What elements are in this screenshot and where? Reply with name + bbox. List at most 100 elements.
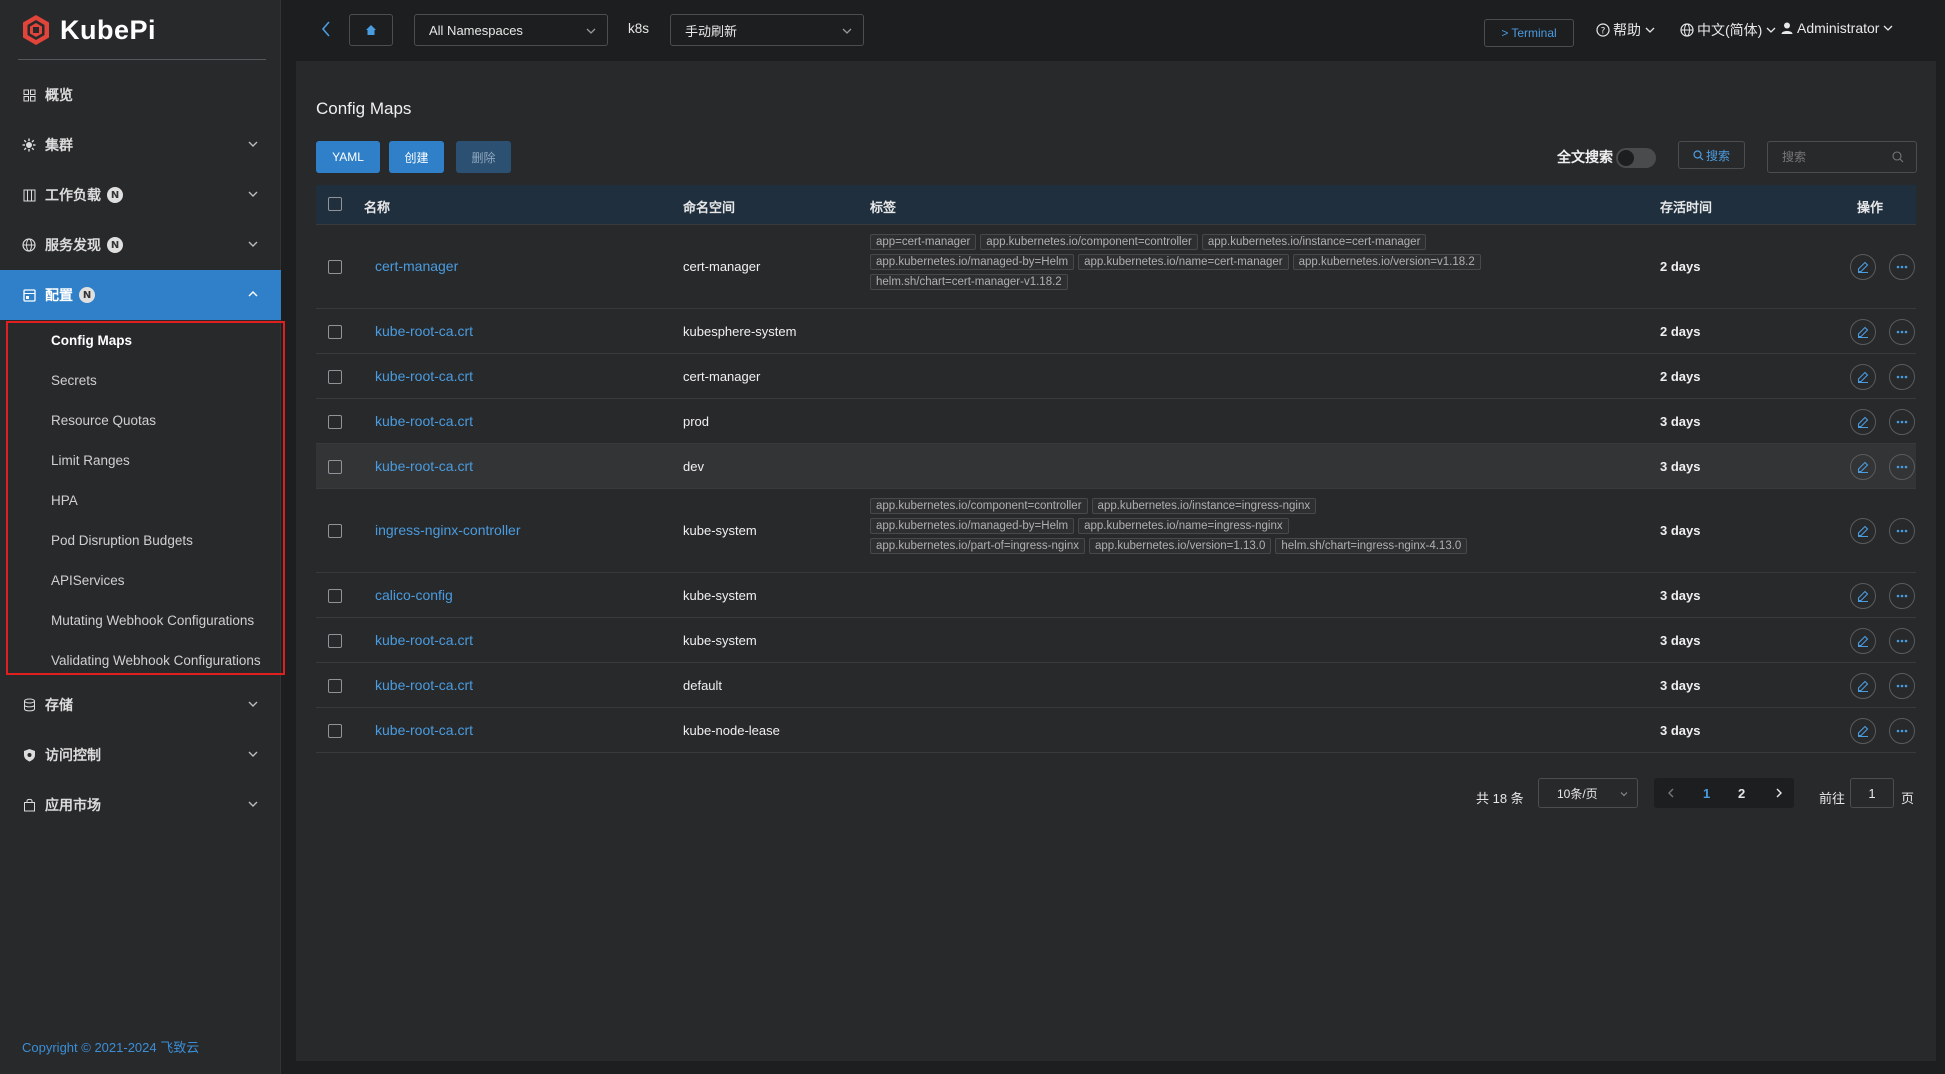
configmap-name-link[interactable]: kube-root-ca.crt [375, 677, 473, 693]
configmap-name-link[interactable]: kube-root-ca.crt [375, 323, 473, 339]
row-checkbox[interactable] [328, 459, 342, 474]
configmap-name-link[interactable]: kube-root-ca.crt [375, 368, 473, 384]
more-icon [1896, 330, 1908, 333]
row-checkbox[interactable] [328, 723, 342, 738]
sidebar-item-6[interactable]: 访问控制 [0, 730, 281, 780]
more-actions-button[interactable] [1889, 363, 1915, 390]
edit-icon [1857, 725, 1869, 737]
refresh-select[interactable]: 手动刷新 [670, 14, 864, 46]
more-actions-button[interactable] [1889, 672, 1915, 699]
workload-icon [22, 188, 36, 202]
edit-button[interactable] [1850, 318, 1876, 345]
page-title: Config Maps [316, 99, 412, 118]
sidebar-item-2[interactable]: 工作负载 N [0, 170, 281, 220]
edit-button[interactable] [1850, 408, 1876, 435]
label-tag: app.kubernetes.io/component=controller [980, 234, 1198, 250]
page-2[interactable]: 2 [1738, 786, 1745, 801]
configmap-name-link[interactable]: kube-root-ca.crt [375, 632, 473, 648]
help-menu[interactable]: ? 帮助 [1593, 20, 1659, 40]
goto-page-input[interactable] [1850, 778, 1894, 808]
delete-button[interactable]: 删除 [456, 141, 511, 173]
row-checkbox[interactable] [328, 324, 342, 339]
submenu-item[interactable]: Config Maps [51, 320, 132, 360]
full-text-search-toggle[interactable] [1616, 148, 1656, 168]
submenu-item[interactable]: Secrets [51, 360, 97, 400]
prev-page-icon[interactable] [1666, 787, 1676, 799]
page-size-select[interactable]: 10条/页 [1538, 778, 1638, 808]
submenu-item[interactable]: Resource Quotas [51, 400, 156, 440]
namespace-cell: dev [683, 458, 704, 474]
language-menu[interactable]: 中文(简体) [1677, 20, 1780, 40]
sidebar-item-1[interactable]: 集群 [0, 120, 281, 170]
submenu-item[interactable]: Validating Webhook Configurations [51, 640, 261, 680]
table-row: calico-config kube-system 3 days [316, 573, 1916, 618]
namespace-select[interactable]: All Namespaces [414, 14, 608, 46]
terminal-button[interactable]: > Terminal [1484, 19, 1574, 47]
row-checkbox[interactable] [328, 260, 342, 274]
edit-button[interactable] [1850, 254, 1876, 280]
cluster-name: k8s [628, 21, 650, 36]
submenu-item[interactable]: HPA [51, 480, 78, 520]
logo[interactable]: KubePi [20, 12, 156, 48]
sidebar-item-0[interactable]: 概览 [0, 70, 281, 120]
next-page-icon[interactable] [1774, 787, 1784, 799]
submenu-item[interactable]: Limit Ranges [51, 440, 130, 480]
edit-button[interactable] [1850, 582, 1876, 609]
more-actions-button[interactable] [1889, 254, 1915, 280]
more-actions-button[interactable] [1889, 582, 1915, 609]
select-all-checkbox[interactable] [328, 197, 342, 211]
more-actions-button[interactable] [1889, 408, 1915, 435]
sidebar-item-7[interactable]: 应用市场 [0, 780, 281, 830]
sidebar-item-3[interactable]: 服务发现 N [0, 220, 281, 270]
row-checkbox[interactable] [328, 633, 342, 648]
more-actions-button[interactable] [1889, 518, 1915, 544]
submenu-item[interactable]: APIServices [51, 560, 125, 600]
chevron-down-icon [247, 238, 259, 254]
user-icon [1781, 22, 1793, 34]
user-menu[interactable]: Administrator [1777, 20, 1897, 36]
edit-button[interactable] [1850, 453, 1876, 480]
edit-icon [1857, 635, 1869, 647]
submenu-item[interactable]: Pod Disruption Budgets [51, 520, 193, 560]
row-checkbox[interactable] [328, 369, 342, 384]
label-tag: app.kubernetes.io/managed-by=Helm [870, 518, 1075, 534]
more-actions-button[interactable] [1889, 453, 1915, 480]
create-button[interactable]: 创建 [389, 141, 444, 173]
sidebar-item-label: 服务发现 [45, 238, 101, 254]
yaml-button[interactable]: YAML [316, 141, 380, 173]
back-button[interactable] [319, 18, 333, 44]
logo-divider [18, 59, 266, 60]
submenu-item[interactable]: Mutating Webhook Configurations [51, 600, 254, 640]
cluster-icon [22, 138, 36, 152]
edit-button[interactable] [1850, 518, 1876, 544]
home-button[interactable] [349, 14, 393, 46]
more-icon [1896, 529, 1908, 533]
configmap-name-link[interactable]: calico-config [375, 587, 453, 603]
row-checkbox[interactable] [328, 524, 342, 538]
page-1[interactable]: 1 [1703, 786, 1710, 801]
edit-button[interactable] [1850, 363, 1876, 390]
configmap-name-link[interactable]: kube-root-ca.crt [375, 458, 473, 474]
row-checkbox[interactable] [328, 588, 342, 603]
edit-button[interactable] [1850, 672, 1876, 699]
namespace-select-value: All Namespaces [429, 22, 523, 38]
row-checkbox[interactable] [328, 414, 342, 429]
table-row: kube-root-ca.crt cert-manager 2 days [316, 354, 1916, 399]
edit-button[interactable] [1850, 717, 1876, 744]
more-actions-button[interactable] [1889, 318, 1915, 345]
more-actions-button[interactable] [1889, 627, 1915, 654]
age-cell: 2 days [1660, 323, 1701, 339]
search-button[interactable]: 搜索 [1678, 141, 1745, 169]
configmap-name-link[interactable]: kube-root-ca.crt [375, 722, 473, 738]
sidebar-item-4[interactable]: 配置 N [0, 270, 281, 320]
configmap-name-link[interactable]: cert-manager [375, 258, 458, 274]
edit-icon [1857, 461, 1869, 473]
edit-button[interactable] [1850, 627, 1876, 654]
row-checkbox[interactable] [328, 678, 342, 693]
configmap-name-link[interactable]: kube-root-ca.crt [375, 413, 473, 429]
more-icon [1896, 265, 1908, 269]
configmap-name-link[interactable]: ingress-nginx-controller [375, 522, 521, 538]
more-actions-button[interactable] [1889, 717, 1915, 744]
sidebar-item-5[interactable]: 存储 [0, 680, 281, 730]
labels-cell: app.kubernetes.io/component=controller ap… [870, 498, 1500, 554]
